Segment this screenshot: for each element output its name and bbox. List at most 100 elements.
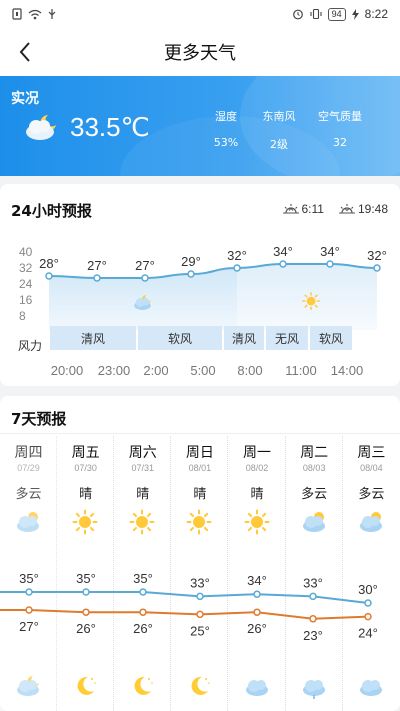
day-condition: 多云: [15, 487, 42, 502]
day-name: 周二: [300, 445, 329, 461]
hourly-temp-point: [141, 274, 149, 282]
time-label: 5:00: [190, 363, 216, 378]
wifi-icon: [28, 9, 42, 19]
hourly-temp-point: [93, 274, 101, 282]
day-column[interactable]: 周六 07/31 晴: [114, 436, 172, 711]
battery-level: 94: [327, 7, 346, 21]
stat-value: 32: [333, 136, 347, 149]
day-date: 07/29: [17, 463, 40, 473]
partly-cloudy-day-icon: [300, 508, 328, 541]
sun-icon: [243, 508, 271, 541]
cloud-icon: [243, 672, 271, 705]
day-date: 08/04: [360, 463, 383, 473]
time-label: 11:00: [285, 363, 317, 378]
day-date: 07/30: [74, 463, 97, 473]
stat-value: 2级: [270, 138, 288, 151]
sim-icon: [12, 8, 22, 20]
day-column[interactable]: 周三 08/04 多云: [343, 436, 400, 711]
moon-icon: [71, 672, 99, 705]
wind-stat: 东南风 2级: [254, 108, 304, 152]
day-condition: 晴: [136, 487, 150, 502]
day-column[interactable]: 周日 08/01 晴: [171, 436, 229, 711]
vibrate-icon: [310, 8, 322, 20]
hourly-temp-point: [373, 264, 381, 272]
realtime-label: 实况: [11, 91, 39, 107]
day-name: 周四: [14, 445, 43, 461]
sun-icon: [302, 292, 321, 311]
stat-value: 53%: [213, 136, 239, 149]
back-arrow-icon[interactable]: [14, 40, 38, 64]
hourly-temp-label: 28°: [39, 256, 59, 271]
page-title: 更多天气: [164, 43, 236, 64]
realtime-banner: 实况 33.5℃ 湿度 53% 东南风 2级 空气质量 32: [0, 76, 400, 176]
alarm-icon: [292, 9, 303, 20]
wind-cell: 无风: [266, 326, 308, 350]
time-label: 20:00: [50, 363, 84, 378]
moon-icon: [185, 672, 213, 705]
usb-icon: [48, 9, 56, 19]
hourly-temperature-chart: 40 32 24 16 8 28° 27° 27° 29° 32° 34° 34° 32°: [19, 244, 387, 330]
day-condition: 多云: [358, 487, 385, 502]
day-date: 08/01: [188, 463, 212, 473]
sun-icon: [71, 508, 99, 541]
day-column[interactable]: 周四 07/29 多云: [0, 436, 57, 711]
time-label: 2:00: [143, 363, 169, 378]
nav-bar: 更多天气: [0, 28, 400, 76]
sun-icon: [128, 508, 156, 541]
hourly-temp-point: [45, 272, 53, 280]
hourly-temp-label: 32°: [227, 248, 247, 263]
y-tick-label: 8: [19, 309, 26, 323]
day-date: 08/03: [302, 463, 326, 473]
hourly-temp-label: 34°: [320, 244, 340, 259]
time-label: 14:00: [330, 363, 364, 378]
day-column[interactable]: 周二 08/03 多云: [286, 436, 343, 711]
y-tick-label: 32: [19, 261, 33, 275]
stat-label: 空气质量: [318, 110, 362, 123]
partly-cloudy-night-icon: [14, 672, 42, 705]
wind-cell: 清风: [224, 326, 264, 350]
day-name: 周一: [243, 445, 272, 461]
hourly-temp-point: [187, 270, 195, 278]
day-condition: 晴: [250, 487, 264, 502]
clock: 8:22: [364, 7, 388, 21]
daytime-region: [237, 244, 377, 330]
day-name: 周日: [185, 445, 214, 461]
wind-cell: 软风: [138, 326, 222, 350]
day-column[interactable]: 周一 08/02 晴: [229, 436, 286, 711]
daily-title: 7天预报: [11, 410, 67, 428]
hourly-temp-label: 27°: [135, 258, 155, 273]
air-quality-stat: 空气质量 32: [308, 108, 372, 149]
daily-forecast-card: 7天预报 周四 07/29 多云 周五 07/30 晴周六 07/31 晴周日 08/01 晴周一…: [0, 396, 400, 711]
stat-label: 东南风: [262, 110, 296, 123]
realtime-temperature: 33.5℃: [70, 112, 150, 142]
day-condition: 晴: [193, 487, 207, 502]
hourly-temp-label: 32°: [367, 248, 387, 263]
stat-label: 湿度: [215, 110, 237, 123]
moon-icon: [128, 672, 156, 705]
day-date: 07/31: [131, 463, 155, 473]
cloud-icon: [357, 672, 385, 705]
partly-cloudy-night-icon: [26, 115, 56, 140]
day-condition: 晴: [79, 487, 93, 502]
day-date: 08/02: [245, 463, 269, 473]
wind-cell: 清风: [50, 326, 136, 350]
day-condition: 多云: [301, 487, 328, 502]
wind-cell: 软风: [310, 326, 352, 350]
day-name: 周六: [128, 445, 157, 461]
partly-cloudy-day-icon: [14, 508, 42, 541]
y-tick-label: 40: [19, 245, 33, 259]
sun-icon: [185, 508, 213, 541]
hourly-temp-point: [279, 260, 287, 268]
status-bar: 94 8:22: [0, 0, 400, 28]
charging-icon: [351, 8, 359, 20]
humidity-stat: 湿度 53%: [206, 108, 246, 149]
hourly-temp-point: [233, 264, 241, 272]
status-left: [12, 8, 56, 20]
hourly-forecast-card: 24小时预报 6:11 19:48 40 32 24 16 8 28° 27° 27° 29° 3…: [0, 184, 400, 386]
hourly-temp-point: [326, 260, 334, 268]
day-name: 周五: [71, 445, 100, 461]
hourly-temp-label: 34°: [273, 244, 293, 259]
rain-icon: [300, 672, 328, 705]
day-column[interactable]: 周五 07/30 晴: [57, 436, 115, 711]
day-name: 周三: [357, 445, 386, 461]
